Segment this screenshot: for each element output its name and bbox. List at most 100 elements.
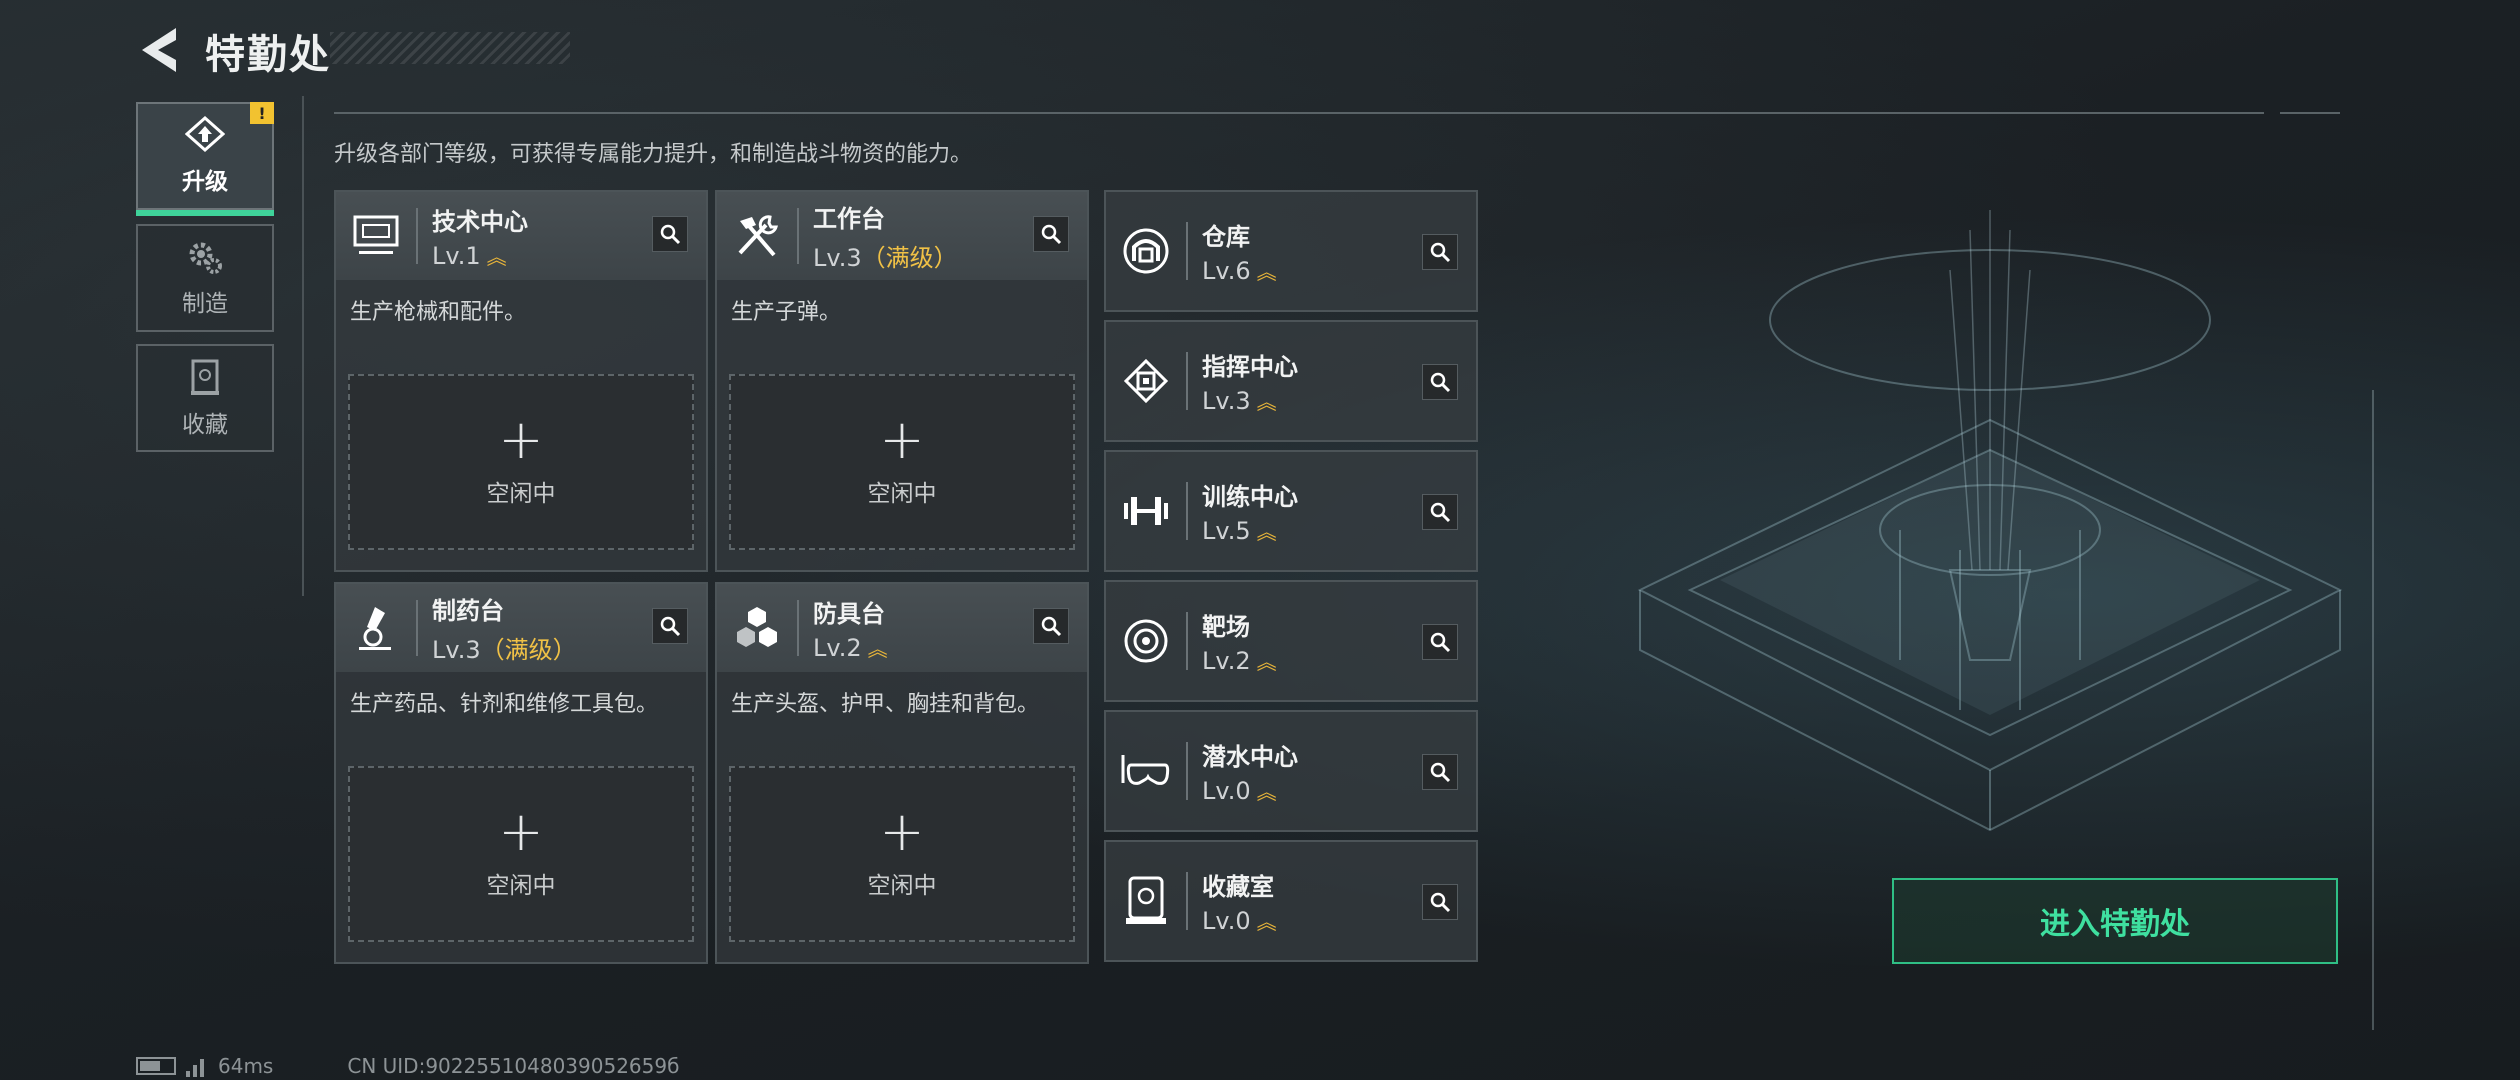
- facility-name: 工作台: [813, 205, 885, 233]
- facility-level: Lv.1: [432, 242, 481, 270]
- facility-name: 仓库: [1202, 223, 1250, 251]
- upgrade-chevron-icon: ︽: [867, 637, 888, 661]
- inspect-button[interactable]: [1422, 624, 1458, 660]
- inspect-button[interactable]: [1422, 494, 1458, 530]
- facility-level: Lv.6: [1202, 257, 1251, 285]
- upgrade-chevron-icon: ︽: [1256, 390, 1277, 414]
- max-level-label: （满级）: [861, 244, 958, 272]
- search-icon: [1041, 224, 1062, 245]
- search-icon: [1430, 892, 1451, 913]
- facility-level: Lv.3: [432, 636, 481, 664]
- search-icon: [1041, 616, 1062, 637]
- search-icon: [1430, 632, 1451, 653]
- divider: [302, 96, 304, 596]
- production-slot[interactable]: + 空闲中: [729, 374, 1075, 550]
- inspect-button[interactable]: [1422, 884, 1458, 920]
- facility-name: 制药台: [432, 597, 504, 625]
- boxes-icon: [737, 607, 777, 647]
- search-icon: [1430, 762, 1451, 783]
- facility-description: 生产药品、针剂和维修工具包。: [350, 692, 659, 717]
- inspect-button[interactable]: [1033, 608, 1069, 644]
- chip-icon: [1123, 358, 1169, 404]
- facility-name: 收藏室: [1202, 873, 1274, 901]
- facility-level: Lv.3: [813, 244, 862, 272]
- title-decoration: [330, 32, 570, 64]
- enter-special-ops-button[interactable]: 进入特勤处: [1892, 878, 2338, 964]
- facility-level: Lv.0: [1202, 907, 1251, 935]
- facility-card-training-center[interactable]: 训练中心 Lv.5 ︽: [1104, 450, 1478, 572]
- inspect-button[interactable]: [1422, 234, 1458, 270]
- production-slot[interactable]: + 空闲中: [729, 766, 1075, 942]
- page-title: 特勤处: [205, 32, 331, 78]
- inspect-button[interactable]: [1033, 216, 1069, 252]
- back-button[interactable]: [136, 24, 184, 76]
- facility-card-collection-room[interactable]: 收藏室 Lv.0 ︽: [1104, 840, 1478, 962]
- inspect-button[interactable]: [1422, 754, 1458, 790]
- search-icon: [660, 616, 681, 637]
- facility-card-command-center[interactable]: 指挥中心 Lv.3 ︽: [1104, 320, 1478, 442]
- upgrade-chevron-icon: ︽: [486, 245, 507, 269]
- production-card-armor: 防具台 Lv.2 ︽ 生产头盔、护甲、胸挂和背包。 + 空闲中: [715, 582, 1089, 964]
- upgrade-chevron-icon: ︽: [1256, 650, 1277, 674]
- facility-card-shooting-range[interactable]: 靶场 Lv.2 ︽: [1104, 580, 1478, 702]
- facility-name: 潜水中心: [1202, 743, 1298, 771]
- search-icon: [660, 224, 681, 245]
- facility-name: 技术中心: [432, 208, 528, 236]
- facility-name: 靶场: [1202, 613, 1250, 641]
- microscope-icon: [359, 607, 391, 650]
- gears-icon: [189, 242, 222, 274]
- divider: [2280, 112, 2340, 114]
- production-slot[interactable]: + 空闲中: [348, 374, 694, 550]
- facility-level: Lv.2: [1202, 647, 1251, 675]
- production-card-workbench: 工作台 Lv.3（满级） 生产子弹。 + 空闲中: [715, 190, 1089, 572]
- display-case-icon: [1126, 876, 1166, 924]
- facility-level: Lv.2: [813, 634, 862, 662]
- slot-status: 空闲中: [867, 481, 937, 507]
- facility-level: Lv.5: [1202, 517, 1251, 545]
- facility-description: 生产头盔、护甲、胸挂和背包。: [731, 692, 1040, 717]
- upgrade-chevron-icon: ︽: [1256, 780, 1277, 804]
- production-slot[interactable]: + 空闲中: [348, 766, 694, 942]
- upgrade-chevron-icon: ︽: [1256, 260, 1277, 284]
- search-icon: [1430, 372, 1451, 393]
- back-arrow-icon: [142, 28, 176, 72]
- slot-status: 空闲中: [867, 873, 937, 899]
- signal-icon: [186, 1055, 204, 1077]
- divider: [334, 112, 2264, 114]
- warehouse-icon: [1123, 228, 1169, 274]
- target-icon: [1124, 619, 1168, 663]
- inspect-button[interactable]: [652, 216, 688, 252]
- hammer-wrench-icon: [738, 215, 778, 257]
- ping-value: 64ms: [218, 1054, 274, 1078]
- plus-icon: +: [879, 408, 925, 471]
- workbench-screen-icon: [353, 215, 399, 254]
- collection-case-icon: [191, 359, 219, 395]
- upgrade-chevron-icon: ︽: [1256, 520, 1277, 544]
- nav-tab-collect[interactable]: 收藏: [136, 344, 274, 452]
- battery-icon: [136, 1057, 176, 1075]
- nav-label-collect: 收藏: [182, 412, 228, 438]
- facility-description: 生产枪械和配件。: [350, 300, 527, 325]
- facility-name: 指挥中心: [1202, 353, 1298, 381]
- facility-card-diving-center[interactable]: 潜水中心 Lv.0 ︽: [1104, 710, 1478, 832]
- diving-mask-icon: [1121, 755, 1170, 785]
- upgrade-icon: [185, 116, 225, 153]
- upgrade-chevron-icon: ︽: [1256, 910, 1277, 934]
- production-card-pharmacy: 制药台 Lv.3（满级） 生产药品、针剂和维修工具包。 + 空闲中: [334, 582, 708, 964]
- base-wireframe-illustration: [1637, 210, 2343, 832]
- inspect-button[interactable]: [1422, 364, 1458, 400]
- facility-card-warehouse[interactable]: 仓库 Lv.6 ︽: [1104, 190, 1478, 312]
- slot-status: 空闲中: [486, 873, 556, 899]
- production-card-tech-center: 技术中心 Lv.1 ︽ 生产枪械和配件。 + 空闲中: [334, 190, 708, 572]
- facility-description: 生产子弹。: [731, 300, 842, 325]
- nav-tab-upgrade[interactable]: ! 升级: [136, 102, 274, 216]
- max-level-label: （满级）: [480, 636, 577, 664]
- facility-level: Lv.0: [1202, 777, 1251, 805]
- nav-tab-craft[interactable]: 制造: [136, 224, 274, 332]
- section-description: 升级各部门等级，可获得专属能力提升，和制造战斗物资的能力。: [334, 142, 973, 167]
- inspect-button[interactable]: [652, 608, 688, 644]
- user-uid: CN UID:9022551048039052659б: [347, 1054, 680, 1078]
- facility-name: 训练中心: [1202, 483, 1298, 511]
- search-icon: [1430, 242, 1451, 263]
- dumbbell-icon: [1124, 497, 1168, 525]
